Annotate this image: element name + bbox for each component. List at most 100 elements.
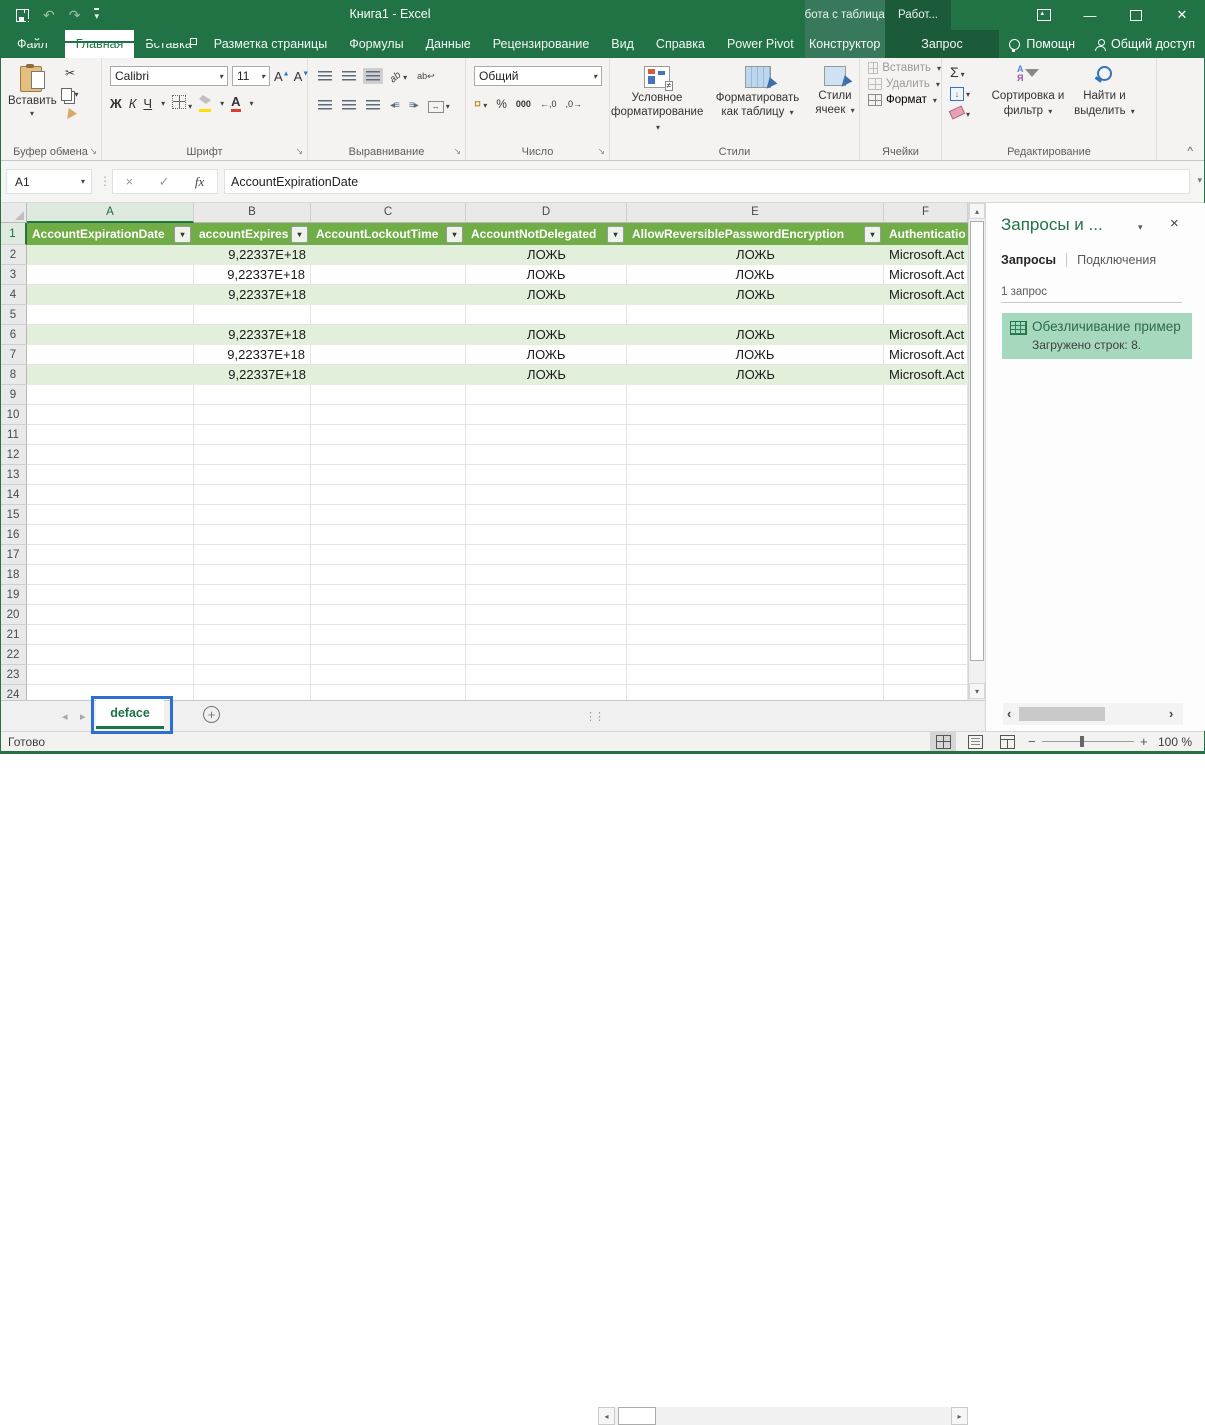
table-header-D1[interactable]: AccountNotDelegated▾ bbox=[466, 223, 627, 245]
cell-C16[interactable] bbox=[311, 525, 466, 545]
cell-C15[interactable] bbox=[311, 505, 466, 525]
cell-B6[interactable]: 9,22337E+18 bbox=[194, 325, 311, 345]
cell-B20[interactable] bbox=[194, 605, 311, 625]
cell-C20[interactable] bbox=[311, 605, 466, 625]
wrap-text-button[interactable]: ab↩ bbox=[417, 72, 435, 81]
cell-D20[interactable] bbox=[466, 605, 627, 625]
row-header-22[interactable]: 22 bbox=[0, 645, 27, 665]
cell-F21[interactable] bbox=[884, 625, 968, 645]
cell-D17[interactable] bbox=[466, 545, 627, 565]
cell-A18[interactable] bbox=[27, 565, 194, 585]
panel-scroll-right-icon[interactable]: › bbox=[1169, 706, 1173, 721]
cell-F17[interactable] bbox=[884, 545, 968, 565]
cell-C22[interactable] bbox=[311, 645, 466, 665]
clear-button[interactable]: ▾ bbox=[950, 104, 970, 122]
cut-button[interactable]: ✂ bbox=[60, 64, 80, 82]
scroll-up-icon[interactable]: ▴ bbox=[969, 203, 985, 219]
find-select-button[interactable]: Найти и выделить ▾ bbox=[1070, 65, 1138, 118]
row-header-7[interactable]: 7 bbox=[0, 345, 27, 365]
dialog-launcher-icon[interactable]: ↘ bbox=[89, 147, 97, 156]
cell-A12[interactable] bbox=[27, 445, 194, 465]
ribbon-display-options-button[interactable] bbox=[1021, 0, 1067, 30]
format-cells-button[interactable]: Формат▾ bbox=[868, 94, 941, 106]
zoom-slider-track[interactable] bbox=[1042, 741, 1134, 742]
cell-E3[interactable]: ЛОЖЬ bbox=[627, 265, 884, 285]
cell-C14[interactable] bbox=[311, 485, 466, 505]
cell-A16[interactable] bbox=[27, 525, 194, 545]
percent-style-button[interactable]: % bbox=[496, 97, 507, 111]
cell-B5[interactable] bbox=[194, 305, 311, 325]
table-header-E1[interactable]: AllowReversiblePasswordEncryption▾ bbox=[627, 223, 884, 245]
cell-F2[interactable]: Microsoft.Act bbox=[884, 245, 968, 265]
maximize-button[interactable] bbox=[1113, 0, 1159, 30]
cell-E12[interactable] bbox=[627, 445, 884, 465]
cell-E9[interactable] bbox=[627, 385, 884, 405]
align-left-icon[interactable] bbox=[318, 100, 332, 110]
cell-F14[interactable] bbox=[884, 485, 968, 505]
cell-C5[interactable] bbox=[311, 305, 466, 325]
cell-D21[interactable] bbox=[466, 625, 627, 645]
panel-close-icon[interactable]: × bbox=[1170, 215, 1179, 232]
cell-C7[interactable] bbox=[311, 345, 466, 365]
cell-C9[interactable] bbox=[311, 385, 466, 405]
chevron-down-icon[interactable]: ▾ bbox=[1138, 222, 1143, 233]
cell-A23[interactable] bbox=[27, 665, 194, 685]
zoom-out-icon[interactable]: − bbox=[1028, 734, 1036, 749]
row-header-21[interactable]: 21 bbox=[0, 625, 27, 645]
cell-C6[interactable] bbox=[311, 325, 466, 345]
cell-E17[interactable] bbox=[627, 545, 884, 565]
collapse-ribbon-icon[interactable]: ^ bbox=[1187, 144, 1193, 158]
tab-конструктор[interactable]: Конструктор bbox=[805, 30, 885, 58]
accounting-format-button[interactable]: ¤▾ bbox=[474, 96, 487, 111]
cell-F16[interactable] bbox=[884, 525, 968, 545]
table-header-B1[interactable]: accountExpires▾ bbox=[194, 223, 311, 245]
tab-вид[interactable]: Вид bbox=[600, 30, 645, 58]
cell-F3[interactable]: Microsoft.Act bbox=[884, 265, 968, 285]
cell-E23[interactable] bbox=[627, 665, 884, 685]
cell-A2[interactable] bbox=[27, 245, 194, 265]
italic-button[interactable]: К bbox=[129, 96, 137, 111]
cell-F5[interactable] bbox=[884, 305, 968, 325]
tab-данные[interactable]: Данные bbox=[415, 30, 482, 58]
align-center-icon[interactable] bbox=[342, 100, 356, 110]
cell-B10[interactable] bbox=[194, 405, 311, 425]
formula-input[interactable]: AccountExpirationDate bbox=[224, 169, 1190, 194]
cell-F23[interactable] bbox=[884, 665, 968, 685]
panel-tab-connections[interactable]: Подключения bbox=[1077, 253, 1156, 267]
formula-bar-grip[interactable]: ⋮ bbox=[99, 174, 111, 188]
cancel-entry-icon[interactable]: × bbox=[126, 174, 134, 189]
cell-D13[interactable] bbox=[466, 465, 627, 485]
filter-button[interactable]: ▾ bbox=[607, 226, 624, 243]
align-bottom-icon[interactable] bbox=[366, 71, 380, 81]
row-header-16[interactable]: 16 bbox=[0, 525, 27, 545]
cell-A22[interactable] bbox=[27, 645, 194, 665]
cell-C2[interactable] bbox=[311, 245, 466, 265]
column-header-A[interactable]: A bbox=[27, 203, 194, 223]
table-header-C1[interactable]: AccountLockoutTime▾ bbox=[311, 223, 466, 245]
row-header-1[interactable]: 1 bbox=[0, 223, 27, 245]
cell-F19[interactable] bbox=[884, 585, 968, 605]
font-name-select[interactable]: Calibri▾ bbox=[110, 66, 228, 86]
cell-E22[interactable] bbox=[627, 645, 884, 665]
cell-D23[interactable] bbox=[466, 665, 627, 685]
expand-formula-bar-icon[interactable]: ▾ bbox=[1197, 175, 1202, 186]
cell-E13[interactable] bbox=[627, 465, 884, 485]
row-header-5[interactable]: 5 bbox=[0, 305, 27, 325]
cell-D5[interactable] bbox=[466, 305, 627, 325]
cell-B21[interactable] bbox=[194, 625, 311, 645]
underline-button[interactable]: Ч bbox=[143, 96, 152, 111]
sort-filter-button[interactable]: АЯ Сортировка и фильтр ▾ bbox=[990, 65, 1066, 118]
increase-decimal-button[interactable]: ←,0 bbox=[540, 99, 557, 109]
cell-A5[interactable] bbox=[27, 305, 194, 325]
cell-D12[interactable] bbox=[466, 445, 627, 465]
cell-A4[interactable] bbox=[27, 285, 194, 305]
filter-button[interactable]: ▾ bbox=[291, 226, 308, 243]
cell-B23[interactable] bbox=[194, 665, 311, 685]
cell-B7[interactable]: 9,22337E+18 bbox=[194, 345, 311, 365]
panel-horizontal-scrollbar[interactable]: ‹ › bbox=[1003, 703, 1183, 725]
cell-D4[interactable]: ЛОЖЬ bbox=[466, 285, 627, 305]
tab-рецензирование[interactable]: Рецензирование bbox=[482, 30, 601, 58]
prev-sheet-icon[interactable]: ◂ bbox=[62, 710, 68, 723]
column-header-E[interactable]: E bbox=[627, 203, 884, 223]
cell-D14[interactable] bbox=[466, 485, 627, 505]
